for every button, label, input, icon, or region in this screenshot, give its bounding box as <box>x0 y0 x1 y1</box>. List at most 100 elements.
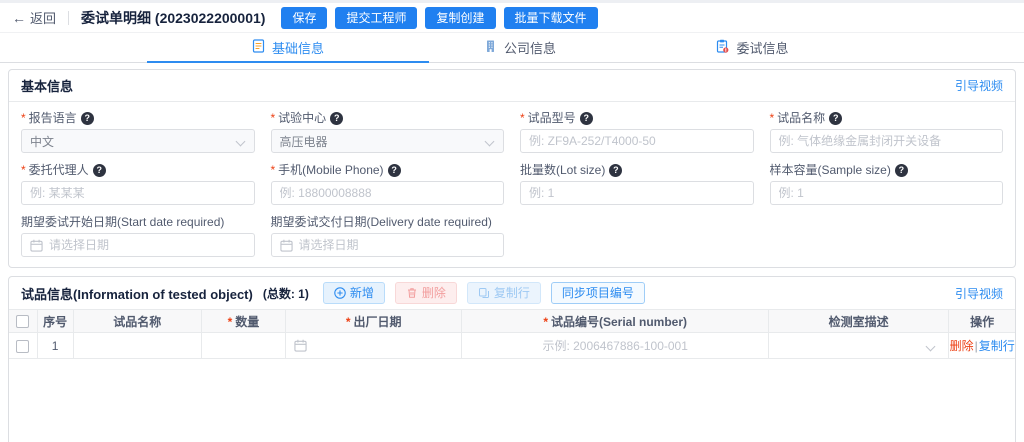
specimen-model-input[interactable] <box>529 134 745 148</box>
basic-info-card: 基本信息 引导视频 报告语言 中文 试验中心 高压电器 <box>8 69 1016 268</box>
section-title: 基本信息 <box>21 76 73 95</box>
table-empty-area <box>9 359 1015 442</box>
submit-engineer-button[interactable]: 提交工程师 <box>335 7 417 29</box>
row-delete-link[interactable]: 删除 <box>950 339 974 353</box>
help-icon[interactable] <box>609 164 622 177</box>
calendar-icon <box>30 239 43 252</box>
tab-bar: 基础信息 公司信息 委试信息 <box>0 33 1024 63</box>
col-operation: 操作 <box>949 310 1015 333</box>
row-checkbox[interactable] <box>16 340 29 353</box>
field-specimen-name: 试品名称 <box>770 110 1004 153</box>
chevron-down-icon <box>926 342 936 352</box>
button-label: 新增 <box>350 286 374 300</box>
required-mark <box>543 315 551 329</box>
section-title: 试品信息(Information of tested object) <box>21 284 253 303</box>
add-row-button[interactable]: 新增 <box>323 282 385 304</box>
field-label: 期望委试交付日期(Delivery date required) <box>271 214 492 230</box>
guide-video-link[interactable]: 引导视频 <box>955 77 1003 94</box>
required-mark <box>346 315 354 329</box>
field-label: 试品型号 <box>528 110 576 126</box>
specimen-info-header: 试品信息(Information of tested object) (总数: … <box>9 277 1015 309</box>
basic-info-fields: 报告语言 中文 试验中心 高压电器 试品型号 <box>9 102 1015 267</box>
field-mobile-phone: 手机(Mobile Phone) <box>271 162 505 205</box>
field-label: 试品名称 <box>777 110 825 126</box>
field-label: 试验中心 <box>278 110 326 126</box>
tab-label: 委试信息 <box>736 38 788 57</box>
specimen-name-input[interactable] <box>779 134 995 148</box>
mobile-phone-input[interactable] <box>280 186 496 200</box>
required-mark <box>770 110 778 126</box>
sample-size-input[interactable] <box>779 186 995 200</box>
clipboard-icon <box>715 39 729 56</box>
specimen-info-card: 试品信息(Information of tested object) (总数: … <box>8 276 1016 442</box>
total-count: (总数: 1) <box>263 285 309 302</box>
field-label: 样本容量(Sample size) <box>770 162 891 178</box>
start-date-picker[interactable] <box>21 233 255 257</box>
field-report-language: 报告语言 中文 <box>21 110 255 153</box>
header-checkbox-cell <box>9 310 37 333</box>
copy-icon <box>478 287 490 299</box>
button-label: 同步项目编号 <box>562 286 634 300</box>
row-operations-cell: 删除|复制行 <box>949 333 1015 359</box>
sync-project-number-button[interactable]: 同步项目编号 <box>551 282 645 304</box>
calendar-icon <box>280 239 293 252</box>
row-copy-link[interactable]: 复制行 <box>979 339 1015 353</box>
required-mark <box>271 162 279 178</box>
col-quantity: 数量 <box>201 310 285 333</box>
required-mark <box>21 162 29 178</box>
trash-icon <box>406 287 418 299</box>
field-label: 期望委试开始日期(Start date required) <box>21 214 224 230</box>
help-icon[interactable] <box>93 164 106 177</box>
help-icon[interactable] <box>81 112 94 125</box>
delete-rows-button[interactable]: 删除 <box>395 282 457 304</box>
page-title: 委试单明细 (2023022200001) <box>81 8 265 28</box>
header-actions: 保存 提交工程师 复制创建 批量下载文件 <box>281 7 597 29</box>
copy-create-button[interactable]: 复制创建 <box>425 7 495 29</box>
delivery-date-input[interactable] <box>299 238 496 252</box>
field-label: 手机(Mobile Phone) <box>278 162 383 178</box>
col-specimen-name: 试品名称 <box>73 310 201 333</box>
help-icon[interactable] <box>895 164 908 177</box>
report-language-select[interactable]: 中文 <box>21 129 255 153</box>
tab-commission-info[interactable]: 委试信息 <box>636 33 868 62</box>
row-serial-number-cell[interactable]: 示例: 2006467886-100-001 <box>462 333 769 359</box>
chevron-down-icon <box>235 137 245 147</box>
help-icon[interactable] <box>330 112 343 125</box>
tab-company-info[interactable]: 公司信息 <box>404 33 636 62</box>
col-index: 序号 <box>37 310 73 333</box>
help-icon[interactable] <box>388 164 401 177</box>
field-label: 批量数(Lot size) <box>520 162 605 178</box>
row-lab-description-select[interactable] <box>768 333 948 359</box>
help-icon[interactable] <box>829 112 842 125</box>
button-label: 删除 <box>422 286 446 300</box>
divider <box>68 11 69 25</box>
row-quantity-cell[interactable] <box>201 333 285 359</box>
delivery-date-picker[interactable] <box>271 233 505 257</box>
lot-size-input[interactable] <box>529 186 745 200</box>
col-factory-date: 出厂日期 <box>286 310 462 333</box>
table-header-row: 序号 试品名称 数量 出厂日期 试品编号(Serial number) 检测室描… <box>9 310 1015 333</box>
help-icon[interactable] <box>580 112 593 125</box>
copy-row-button[interactable]: 复制行 <box>467 282 541 304</box>
select-all-checkbox[interactable] <box>16 315 29 328</box>
page: ← 返回 委试单明细 (2023022200001) 保存 提交工程师 复制创建… <box>0 3 1024 436</box>
row-specimen-name-cell[interactable] <box>73 333 201 359</box>
back-label: 返回 <box>30 8 56 27</box>
start-date-input[interactable] <box>49 238 246 252</box>
test-center-select[interactable]: 高压电器 <box>271 129 505 153</box>
required-mark <box>21 110 29 126</box>
field-lot-size: 批量数(Lot size) <box>520 162 754 205</box>
field-label: 报告语言 <box>29 110 77 126</box>
button-label: 复制行 <box>494 286 530 300</box>
save-button[interactable]: 保存 <box>281 7 327 29</box>
required-mark <box>271 110 279 126</box>
row-factory-date-cell[interactable] <box>286 333 462 359</box>
guide-video-link[interactable]: 引导视频 <box>955 285 1003 302</box>
tab-basic-info[interactable]: 基础信息 <box>172 33 404 62</box>
back-button[interactable]: ← 返回 <box>12 8 56 27</box>
document-icon <box>252 39 265 56</box>
field-sample-size: 样本容量(Sample size) <box>770 162 1004 205</box>
tab-label: 基础信息 <box>272 38 324 57</box>
agent-input[interactable] <box>30 186 246 200</box>
batch-download-button[interactable]: 批量下载文件 <box>504 7 598 29</box>
